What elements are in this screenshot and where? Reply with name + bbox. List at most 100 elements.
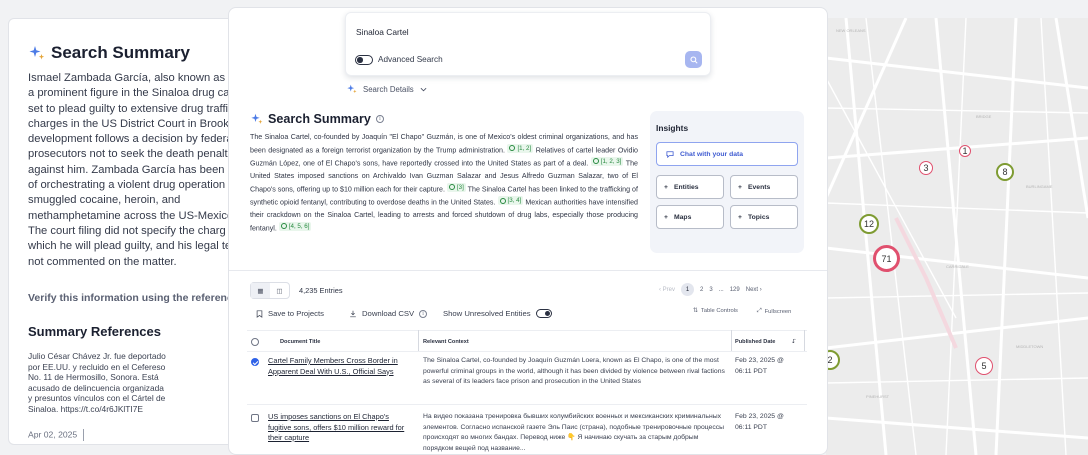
search-input[interactable]: Sinaloa Cartel	[356, 27, 409, 37]
entries-count: 4,235 Entries	[299, 286, 343, 295]
column-header-date[interactable]: Published Date	[735, 339, 775, 345]
check-icon	[592, 158, 599, 165]
map-cluster[interactable]: 8	[996, 163, 1014, 181]
unresolved-label: Show Unresolved Entities	[443, 309, 531, 318]
search-details-toggle[interactable]: Search Details	[347, 84, 427, 94]
check-icon	[509, 145, 516, 152]
map-view[interactable]: NEW ORLEANS BRIDGE BURLINGAME CARRIDALE …	[826, 18, 1088, 455]
sliders-icon: ⇅	[693, 308, 698, 314]
map-cluster[interactable]: 12	[859, 214, 879, 234]
row-divider	[247, 404, 807, 405]
summary-text: Ismael Zambada García, also known as E a…	[28, 71, 247, 270]
info-icon[interactable]: i	[375, 115, 384, 123]
column-header-context[interactable]: Relevant Context	[423, 339, 469, 345]
insights-title: Insights	[656, 123, 689, 133]
reference-item[interactable]: Julio César Chávez Jr. fue deportado por…	[28, 351, 166, 415]
summary-line: The court filing did not specify the cha…	[28, 224, 226, 237]
save-to-projects-button[interactable]: Save to Projects	[256, 309, 324, 318]
summary-line: against him. Zambada García has been a	[28, 163, 234, 176]
page-1[interactable]: 1	[681, 283, 695, 296]
map-streets: NEW ORLEANS BRIDGE BURLINGAME CARRIDALE …	[826, 18, 1088, 455]
page-3[interactable]: 3	[709, 287, 712, 293]
citation-badge[interactable]: [1, 2]	[507, 143, 534, 153]
relevant-context: The Sinaloa Cartel, co-founded by Joaquí…	[423, 357, 725, 386]
document-title-link[interactable]: Cartel Family Members Cross Border in Ap…	[268, 356, 413, 377]
entities-button[interactable]: + Entities	[656, 175, 724, 199]
published-date: Feb 23, 2025 @ 06:11 PDT	[735, 357, 784, 375]
search-details-label: Search Details	[363, 84, 414, 94]
main-panel: Sinaloa Cartel Advanced Search Search De…	[228, 7, 828, 455]
map-cluster[interactable]: 5	[975, 357, 993, 375]
plus-icon: +	[664, 183, 668, 191]
page-2[interactable]: 2	[700, 287, 703, 293]
next-page-link[interactable]: Next ›	[746, 287, 762, 293]
prev-page-link[interactable]: ‹ Prev	[659, 287, 675, 293]
summary-line: methamphetamine across the US-Mexico	[28, 209, 234, 222]
svg-text:PINEHURST: PINEHURST	[866, 394, 890, 399]
advanced-search-toggle[interactable]	[355, 55, 373, 65]
map-cluster[interactable]: 1	[959, 145, 971, 157]
check-icon	[280, 223, 287, 230]
table-header: Document Title Relevant Context Publishe…	[247, 336, 807, 351]
table-controls-button[interactable]: ⇅ Table Controls	[693, 308, 738, 314]
summary-line: development follows a decision by federa	[28, 133, 233, 146]
summary-title: Search Summary	[268, 112, 371, 126]
unresolved-toggle[interactable]	[535, 309, 552, 318]
reference-line: acusado de delincuencia organizada	[28, 382, 164, 393]
map-cluster[interactable]: 71	[873, 245, 900, 272]
select-all-checkbox[interactable]	[251, 338, 259, 346]
unresolved-entities-control[interactable]: Show Unresolved Entities	[443, 309, 552, 318]
summary-card-background: Search Summary Ismael Zambada García, al…	[8, 18, 248, 445]
summary-line: of orchestrating a violent drug operatio…	[28, 179, 226, 192]
sparkle-icon	[251, 113, 263, 124]
summary-paragraph: The Sinaloa Cartel, co-founded by Joaquí…	[250, 131, 638, 235]
citation-badge[interactable]: [1, 2, 3]	[590, 156, 624, 166]
svg-text:NEW ORLEANS: NEW ORLEANS	[836, 28, 866, 33]
view-toggle[interactable]: ▦ ◫	[250, 282, 290, 299]
check-icon	[499, 197, 506, 204]
summary-title: Search Summary	[51, 43, 190, 62]
fullscreen-button[interactable]: ⤢ Fullscreen	[757, 308, 791, 315]
reference-line: No. 11 de Hermosillo, Sonora. Está	[28, 372, 159, 383]
sparkle-icon	[29, 46, 45, 60]
plus-icon: +	[664, 213, 668, 221]
download-csv-button[interactable]: Download CSV i	[349, 309, 428, 318]
svg-text:MIDDLETOWN: MIDDLETOWN	[1016, 344, 1043, 349]
summary-line: which he will plead guilty, and his lega…	[28, 240, 232, 253]
row-checkbox[interactable]	[251, 358, 259, 366]
column-divider	[804, 330, 805, 351]
chat-icon	[666, 150, 674, 158]
summary-line: prosecutors not to seek the death penalt	[28, 148, 228, 161]
reference-line: Julio César Chávez Jr. fue deportado	[28, 351, 166, 361]
events-button[interactable]: + Events	[730, 175, 798, 199]
relevant-context: На видео показана тренировка бывших колу…	[423, 413, 725, 452]
column-header-title[interactable]: Document Title	[280, 339, 320, 345]
reference-line: Sinaloa. https://t.co/4r6JKlTI7E	[28, 403, 143, 414]
page-last[interactable]: 129	[730, 287, 740, 293]
topics-button[interactable]: + Topics	[730, 205, 798, 229]
summary-line: set to plead guilty to extensive drug tr…	[28, 102, 229, 115]
maps-button[interactable]: + Maps	[656, 205, 724, 229]
citation-badge[interactable]: [3, 4]	[497, 196, 524, 206]
map-cluster[interactable]: 3	[919, 161, 933, 175]
expand-icon: ⤢	[757, 308, 762, 314]
citation-badge[interactable]: [4, 5, 6]	[278, 221, 312, 231]
header-top-line	[247, 330, 807, 331]
split-view-icon[interactable]: ◫	[270, 283, 289, 298]
pagination: ‹ Prev 1 2 3 ... 129 Next ›	[659, 283, 762, 296]
download-icon	[350, 310, 356, 317]
plus-icon: +	[738, 183, 742, 191]
table-view-icon[interactable]: ▦	[251, 283, 270, 298]
chat-with-data-button[interactable]: Chat with your data	[656, 142, 798, 166]
info-icon[interactable]: i	[419, 309, 428, 318]
sort-icon[interactable]: ↓⃗	[791, 339, 796, 345]
citation-badge[interactable]: [3]	[446, 182, 466, 192]
check-icon	[448, 184, 455, 191]
section-divider	[229, 270, 827, 271]
document-title-link[interactable]: US imposes sanctions on El Chapo's fugit…	[268, 412, 413, 444]
reference-line: por EE.UU. y recluido en el Cefereso	[28, 361, 166, 372]
search-button[interactable]	[685, 51, 702, 68]
verify-note: Verify this information using the refere…	[28, 292, 245, 304]
chevron-down-icon	[420, 87, 427, 91]
row-checkbox[interactable]	[251, 414, 259, 422]
